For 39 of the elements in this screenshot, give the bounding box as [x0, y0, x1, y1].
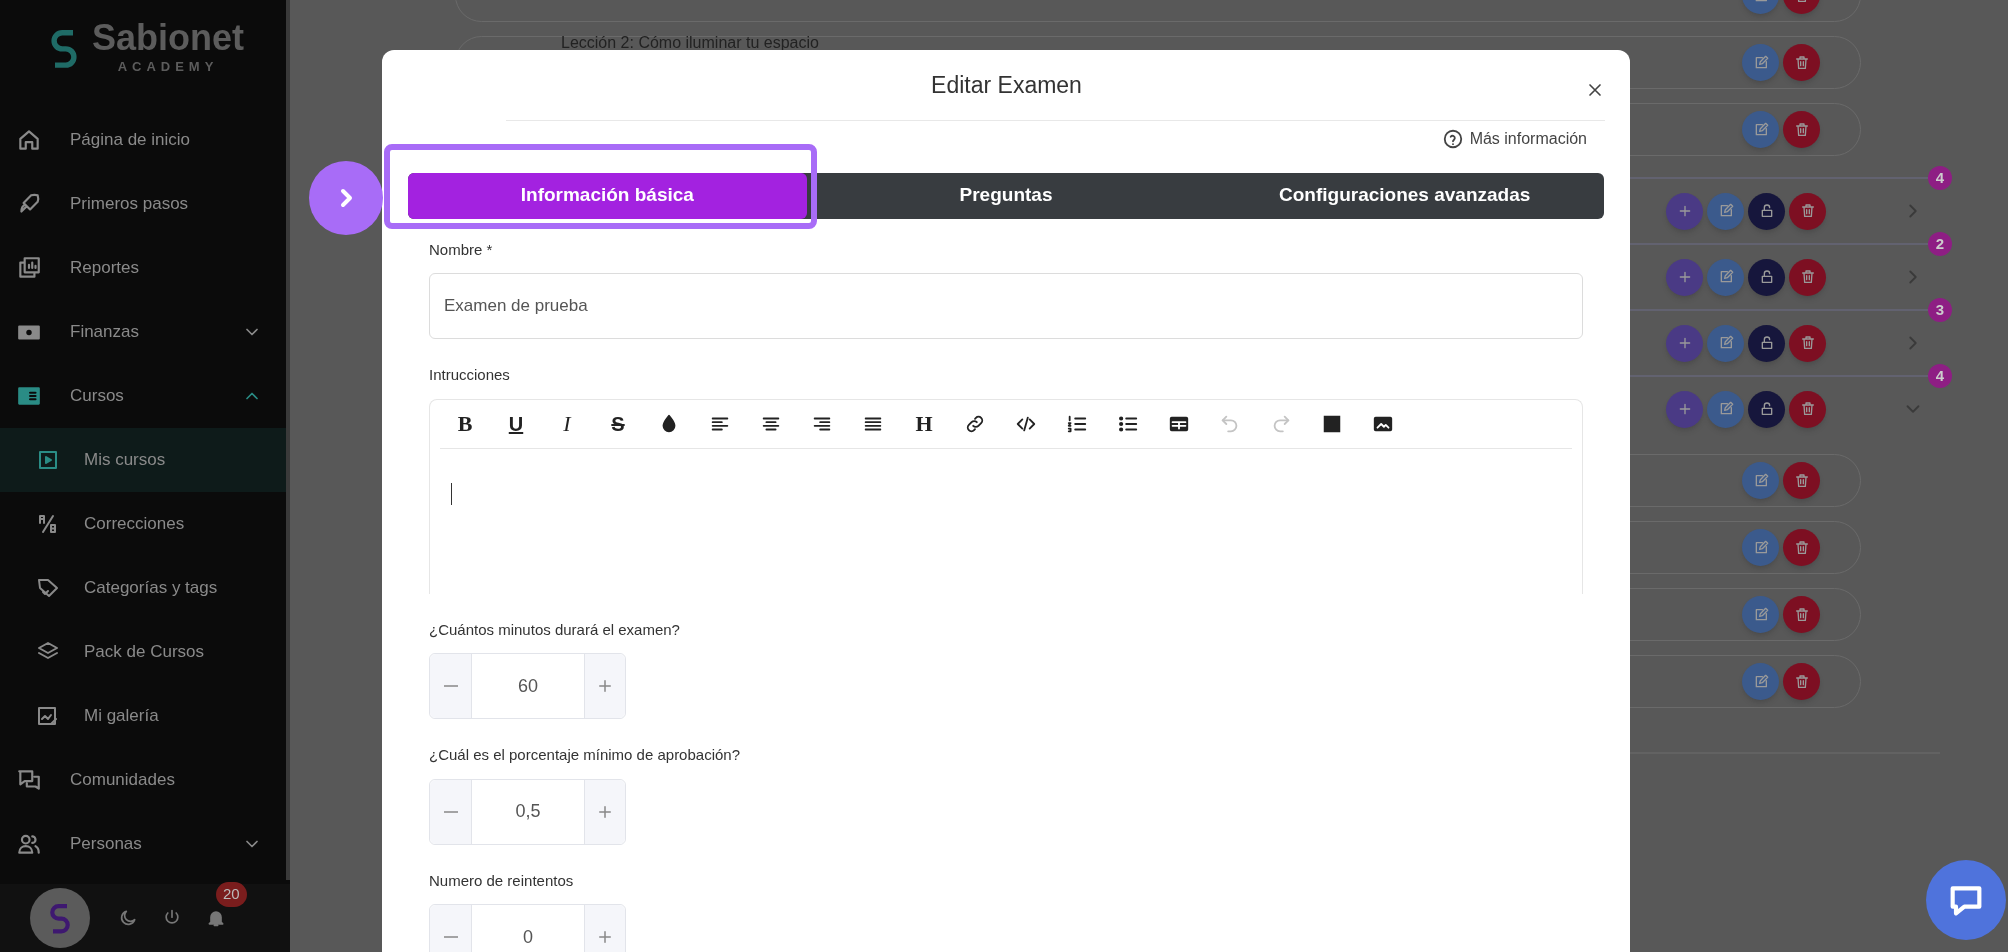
- nav-subitem[interactable]: Mi galería: [0, 684, 290, 748]
- logo-name: Sabionet: [92, 19, 244, 58]
- tab[interactable]: Configuraciones avanzadas: [1205, 172, 1604, 219]
- underline-button[interactable]: U: [499, 406, 533, 441]
- heading-button[interactable]: H: [907, 406, 941, 441]
- field-label: Intrucciones: [429, 365, 511, 385]
- nav-item[interactable]: Página de inicio: [0, 108, 290, 172]
- italic-button[interactable]: I: [550, 406, 584, 441]
- strike-button[interactable]: S: [601, 406, 635, 441]
- nav-item[interactable]: Personas: [0, 812, 290, 876]
- stepper-value: 60: [517, 674, 539, 698]
- field-label: Nombre *: [429, 239, 494, 260]
- nav-item[interactable]: Primeros pasos: [0, 172, 290, 236]
- nav-subitem[interactable]: Categorías y tags: [0, 556, 290, 620]
- modal-title: Editar Examen: [931, 70, 1082, 100]
- number-stepper[interactable]: 0: [429, 904, 626, 952]
- nav-item[interactable]: Cursos: [0, 364, 290, 428]
- bold-button[interactable]: B: [448, 406, 482, 441]
- count-badge: 4: [1927, 166, 1952, 190]
- count-badge: 2: [1927, 232, 1952, 256]
- stepper-value: 0,5: [514, 800, 542, 823]
- field-label: Numero de reintentos: [429, 870, 575, 891]
- stepper-value: 0: [522, 925, 534, 949]
- notification-badge: 20: [216, 882, 247, 907]
- field-label: ¿Cuál es el porcentaje mínimo de aprobación?: [429, 745, 741, 765]
- count-badge: 4: [1927, 364, 1952, 388]
- logo-subtitle: ACADEMY: [117, 58, 219, 77]
- text-field[interactable]: Examen de prueba: [429, 273, 1583, 339]
- rich-text-editor[interactable]: B U I S H: [429, 398, 1583, 594]
- nav-item[interactable]: Comunidades: [0, 748, 290, 812]
- field-label: ¿Cuántos minutos durará el examen?: [429, 619, 681, 640]
- nav-subitem[interactable]: Correcciones: [0, 492, 290, 556]
- tab[interactable]: Información básica: [408, 172, 807, 219]
- nav-item[interactable]: Finanzas: [0, 300, 290, 364]
- help-link[interactable]: Más información: [1441, 126, 1587, 151]
- tab[interactable]: Preguntas: [806, 172, 1206, 219]
- count-badge: 3: [1927, 298, 1952, 322]
- nav-item[interactable]: Reportes: [0, 236, 290, 300]
- nav-subitem[interactable]: Pack de Cursos: [0, 620, 290, 684]
